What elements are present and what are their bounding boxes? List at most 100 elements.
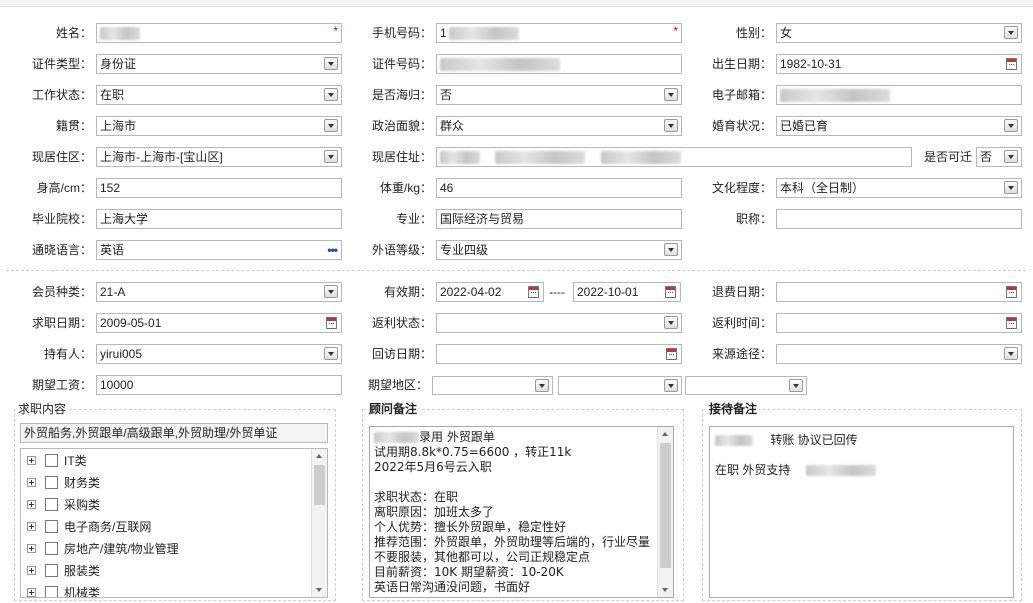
tree-scrollbar[interactable] [311,449,327,597]
member-type-select[interactable]: 21-A [96,282,342,302]
notes-scrollbar[interactable] [657,427,673,597]
job-category-tree[interactable]: IT类 财务类 采购类 电子商务/互联网 房地产/建筑/物业管理 服装类 机械类 [20,448,328,598]
expand-plus-icon[interactable] [27,500,36,509]
more-options-icon[interactable]: ••• [327,241,338,259]
dropdown-arrow-icon[interactable] [324,119,338,132]
school-field[interactable]: 上海大学 [96,209,342,229]
selected-jobs-field[interactable]: 外贸船务,外贸跟单/高级跟单,外贸助理/外贸单证 [20,423,328,443]
expand-plus-icon[interactable] [27,522,36,531]
dropdown-arrow-icon[interactable] [664,243,678,256]
political-select[interactable]: 群众 [436,116,682,136]
checkbox[interactable] [45,520,58,533]
tree-item[interactable]: 电子商务/互联网 [21,518,311,536]
dropdown-arrow-icon[interactable] [789,379,803,392]
marital-select[interactable]: 已婚已育 [776,116,1022,136]
salary-field[interactable]: 10000 [96,375,342,395]
area-city-select[interactable] [558,376,682,395]
tree-item[interactable]: 机械类 [21,584,311,598]
dropdown-arrow-icon[interactable] [664,88,678,101]
scroll-down-icon[interactable] [312,583,327,597]
dropdown-arrow-icon[interactable] [1004,181,1018,194]
scroll-down-icon[interactable] [658,583,673,597]
tree-item[interactable]: 服装类 [21,562,311,580]
overseas-select[interactable]: 否 [436,85,682,105]
calendar-icon[interactable] [1006,317,1017,329]
relocate-select[interactable]: 否 [976,147,1022,167]
calendar-icon[interactable] [326,317,337,329]
work-status-select[interactable]: 在职 [96,85,342,105]
dropdown-arrow-icon[interactable] [664,379,678,392]
tree-item-label: 机械类 [64,586,101,598]
dropdown-arrow-icon[interactable] [324,57,338,70]
weight-field[interactable]: 46 [436,178,682,198]
calendar-icon[interactable] [528,286,539,298]
checkbox[interactable] [45,586,58,597]
language-level-select[interactable]: 专业四级 [436,240,682,260]
language-field[interactable]: 英语 ••• [96,240,342,260]
phone-field[interactable]: 1 * [436,23,682,43]
holder-select[interactable]: yirui005 [96,344,342,364]
dropdown-arrow-icon[interactable] [1004,26,1018,39]
tree-item[interactable]: 采购类 [21,496,311,514]
address-field[interactable] [436,147,912,167]
dropdown-arrow-icon[interactable] [324,88,338,101]
expand-plus-icon[interactable] [27,588,36,597]
tree-item[interactable]: 房地产/建筑/物业管理 [21,540,311,558]
apply-date-field[interactable]: 2009-05-01 [96,313,342,333]
reception-notes-textarea[interactable]: 转账 协议已回传 在职 外贸支持 [709,426,1014,598]
dropdown-arrow-icon[interactable] [324,347,338,360]
expand-plus-icon[interactable] [27,456,36,465]
valid-to-field[interactable]: 2022-10-01 [573,282,681,302]
rebate-status-select[interactable] [436,313,682,333]
area-province-select[interactable] [432,376,553,395]
checkbox[interactable] [45,542,58,555]
education-select[interactable]: 本科（全日制） [776,178,1022,198]
scroll-thumb[interactable] [660,443,671,568]
calendar-icon[interactable] [666,348,677,360]
valid-from-field[interactable]: 2022-04-02 [436,282,544,302]
tree-item[interactable]: 财务类 [21,474,311,492]
id-number-field[interactable] [436,54,682,74]
tree-item[interactable]: IT类 [21,452,311,470]
native-place-value: 上海市 [100,119,137,133]
expand-plus-icon[interactable] [27,566,36,575]
rebate-time-field[interactable] [776,313,1022,333]
name-field[interactable]: * [96,23,342,43]
scroll-thumb[interactable] [314,465,325,505]
dropdown-arrow-icon[interactable] [324,285,338,298]
dropdown-arrow-icon[interactable] [535,379,549,392]
birth-date-field[interactable]: 1982-10-31 [776,54,1022,74]
checkbox[interactable] [45,564,58,577]
height-field[interactable]: 152 [96,178,342,198]
dropdown-arrow-icon[interactable] [1004,347,1018,360]
visit-date-field[interactable] [436,344,682,364]
job-title-field[interactable] [776,209,1022,229]
calendar-icon[interactable] [665,286,676,298]
dropdown-arrow-icon[interactable] [1004,119,1018,132]
residence-region-select[interactable]: 上海市-上海市-[宝山区] [96,147,342,167]
scroll-up-icon[interactable] [658,427,673,441]
email-field[interactable] [776,85,1022,105]
dropdown-arrow-icon[interactable] [664,119,678,132]
dropdown-arrow-icon[interactable] [664,316,678,329]
checkbox[interactable] [45,476,58,489]
gender-select[interactable]: 女 [776,23,1022,43]
calendar-icon[interactable] [1006,286,1017,298]
dropdown-arrow-icon[interactable] [324,150,338,163]
area-district-select[interactable] [685,376,807,395]
consultant-notes-textarea[interactable]: 录用 外贸跟单 试用期8.8k*0.75=6600 ，转正11k 2022年5月… [369,426,674,598]
checkbox[interactable] [45,454,58,467]
native-place-select[interactable]: 上海市 [96,116,342,136]
scroll-up-icon[interactable] [312,449,327,463]
checkbox[interactable] [45,498,58,511]
major-label: 专业： [395,212,432,226]
major-field[interactable]: 国际经济与贸易 [436,209,682,229]
expand-plus-icon[interactable] [27,544,36,553]
refund-date-field[interactable] [776,282,1022,302]
expand-plus-icon[interactable] [27,478,36,487]
source-select[interactable] [776,344,1022,364]
id-type-select[interactable]: 身份证 [96,54,342,74]
calendar-icon[interactable] [1006,58,1017,70]
dropdown-arrow-icon[interactable] [1004,150,1018,163]
valid-to-value: 2022-10-01 [577,285,639,299]
